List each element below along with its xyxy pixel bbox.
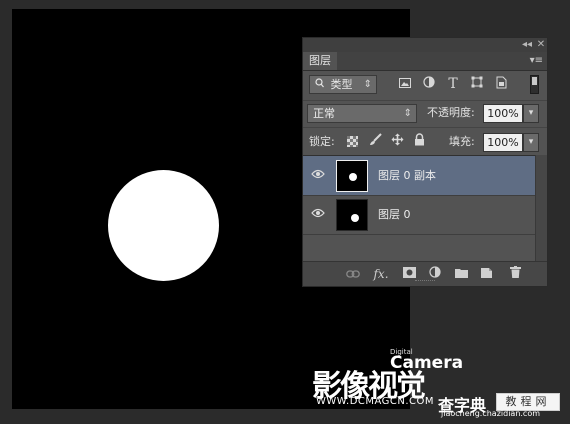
lock-all-icon[interactable] [411, 133, 427, 149]
opacity-input[interactable]: 100% [483, 104, 523, 123]
blend-opacity-row: 正常 ⇕ 不透明度: 100% ▾ [303, 100, 547, 127]
dropdown-arrow-icon: ⇕ [403, 108, 412, 119]
layers-scrollbar[interactable] [535, 155, 547, 263]
layer-style-fx-icon[interactable]: fx. [373, 266, 389, 282]
layers-panel: ◂◂ ✕ 图层 ▾≡ 类型 ⇕ T 正常 ⇕ 不透明度: 100% ▾ 锁定: … [302, 37, 548, 287]
layer-thumbnail [336, 160, 368, 192]
image-filter-icon[interactable] [397, 76, 413, 92]
type-filter-icon[interactable]: T [445, 76, 461, 92]
panel-title-bar: ◂◂ ✕ [303, 38, 547, 52]
fill-dropdown-button[interactable]: ▾ [523, 133, 539, 152]
watermark-logo: Digital Camera 影像视觉 WWW.DCMAGCN.COM [312, 348, 463, 408]
visibility-eye-icon[interactable] [309, 167, 327, 183]
lock-fill-row: 锁定: 填充: 100% ▾ [303, 127, 547, 156]
close-panel-icon[interactable]: ✕ [536, 38, 546, 52]
layer-name[interactable]: 图层 0 [378, 195, 411, 234]
filter-kind-dropdown[interactable]: 类型 ⇕ [309, 75, 377, 94]
filter-toggle-switch[interactable] [530, 75, 539, 94]
layer-row-base[interactable]: 图层 0 [303, 195, 535, 235]
layers-bottom-toolbar: fx. [303, 261, 547, 286]
layer-thumbnail [336, 199, 368, 231]
dropdown-arrow-icon: ⇕ [363, 79, 372, 90]
layer-row-copy[interactable]: 图层 0 副本 [303, 156, 535, 196]
blend-mode-value: 正常 [313, 107, 335, 120]
tab-layers[interactable]: 图层 [303, 52, 337, 70]
link-layers-icon[interactable] [345, 266, 361, 282]
resize-grip[interactable] [415, 280, 435, 284]
lock-position-icon[interactable] [389, 133, 405, 149]
site-stamp: 查字典 教程网 jiaocheng.chazidian.com [438, 392, 560, 418]
new-layer-icon[interactable] [479, 266, 495, 282]
lock-label: 锁定: [309, 135, 335, 148]
adjustment-filter-icon[interactable] [421, 76, 437, 92]
collapse-panel-icon[interactable]: ◂◂ [521, 38, 533, 52]
opacity-label: 不透明度: [427, 106, 475, 119]
visibility-eye-icon[interactable] [309, 206, 327, 222]
layer-filter-row: 类型 ⇕ T [303, 70, 547, 100]
smart-object-filter-icon[interactable] [493, 76, 509, 92]
new-group-folder-icon[interactable] [453, 266, 469, 282]
panel-menu-icon[interactable]: ▾≡ [530, 52, 543, 70]
layers-list: 图层 0 副本 图层 0 [303, 155, 535, 264]
delete-trash-icon[interactable] [507, 266, 523, 282]
panel-tab-strip: 图层 ▾≡ [303, 52, 547, 71]
lock-transparent-pixels-icon[interactable] [345, 133, 361, 149]
search-icon [315, 76, 327, 93]
opacity-dropdown-button[interactable]: ▾ [523, 104, 539, 123]
blend-mode-dropdown[interactable]: 正常 ⇕ [307, 104, 417, 123]
lock-image-pixels-icon[interactable] [367, 133, 383, 149]
watermark-url: WWW.DCMAGCN.COM [316, 396, 435, 407]
fill-input[interactable]: 100% [483, 133, 523, 152]
white-circle-shape [108, 170, 219, 281]
shape-filter-icon[interactable] [469, 76, 485, 92]
filter-kind-label: 类型 [330, 78, 353, 91]
stamp-url: jiaocheng.chazidian.com [441, 409, 541, 418]
fill-label: 填充: [449, 135, 475, 148]
layer-name[interactable]: 图层 0 副本 [378, 156, 436, 195]
